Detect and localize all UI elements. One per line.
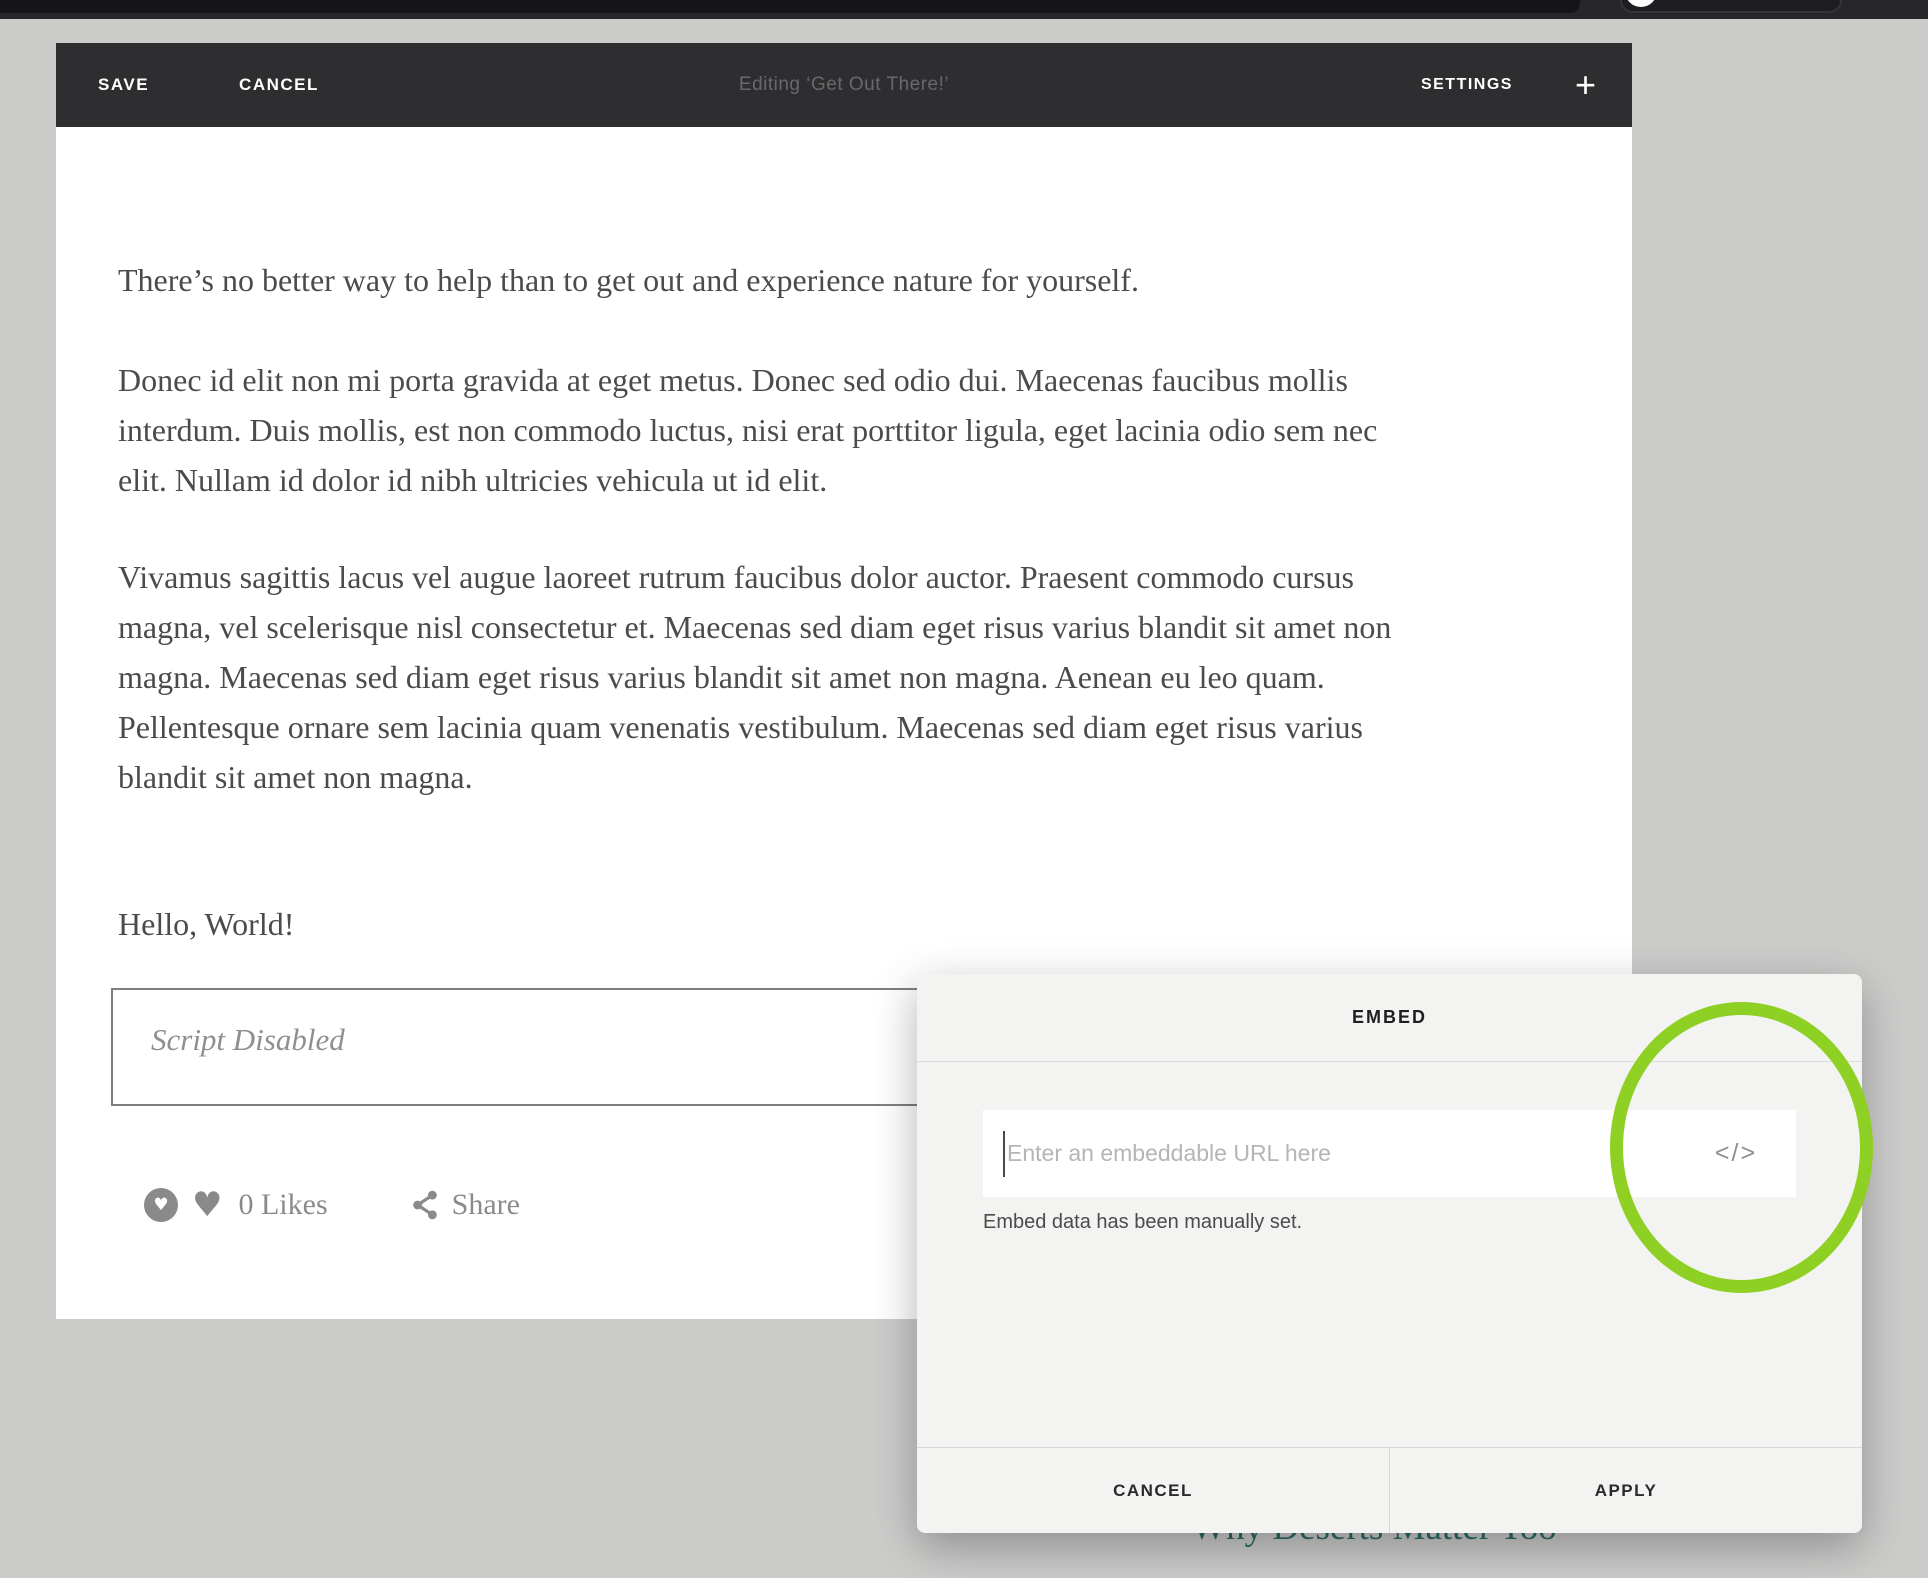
menu-bar <box>0 0 1580 13</box>
share-label: Share <box>451 1188 520 1221</box>
top-bar <box>0 0 1928 19</box>
plus-icon: + <box>1574 64 1596 105</box>
cancel-button[interactable]: CANCEL <box>239 75 319 95</box>
save-button[interactable]: SAVE <box>98 75 149 95</box>
user-pill[interactable] <box>1620 0 1842 13</box>
text-cursor <box>1003 1131 1005 1177</box>
embed-url-input[interactable] <box>983 1110 1676 1197</box>
paragraph-lorem-1: Donec id elit non mi porta gravida at eg… <box>118 362 1378 498</box>
embed-dialog-header: EMBED <box>917 974 1862 1062</box>
article[interactable]: There’s no better way to help than to ge… <box>118 255 1628 949</box>
dialog-cancel-button[interactable]: CANCEL <box>917 1448 1389 1533</box>
heart-icon[interactable]: ♥ <box>192 1185 222 1225</box>
embed-status-text: Embed data has been manually set. <box>983 1211 1303 1233</box>
editor-toolbar: SAVE CANCEL Editing ‘Get Out There!’ SET… <box>56 43 1632 127</box>
like-button-icon[interactable]: ♥ <box>144 1188 178 1222</box>
hello-text: Hello, World! <box>118 906 295 942</box>
share-button[interactable]: Share <box>410 1188 520 1222</box>
likes-count: 0 Likes <box>238 1188 328 1221</box>
dialog-apply-button[interactable]: APPLY <box>1389 1448 1862 1533</box>
heart-icon: ♥ <box>153 1195 169 1215</box>
add-block-button[interactable]: + <box>1575 67 1596 103</box>
embed-dialog-title: EMBED <box>1351 1007 1427 1027</box>
embed-dialog-footer: CANCEL APPLY <box>917 1447 1862 1533</box>
share-icon <box>412 1190 437 1220</box>
settings-button[interactable]: SETTINGS <box>1421 76 1513 94</box>
editing-title: Editing ‘Get Out There!’ <box>738 74 950 95</box>
code-icon: </> <box>1714 1139 1758 1167</box>
embed-dialog: EMBED </> Embed data has been manually s… <box>917 974 1862 1533</box>
likes-share-row: ♥ ♥ 0 Likes Share <box>144 1185 520 1225</box>
embed-input-row: </> <box>983 1110 1796 1197</box>
embed-code-button[interactable]: </> <box>1676 1110 1796 1197</box>
paragraph-intro: There’s no better way to help than to ge… <box>118 262 1139 298</box>
script-disabled-label: Script Disabled <box>151 1022 345 1057</box>
paragraph-lorem-2: Vivamus sagittis lacus vel augue laoreet… <box>118 559 1392 795</box>
